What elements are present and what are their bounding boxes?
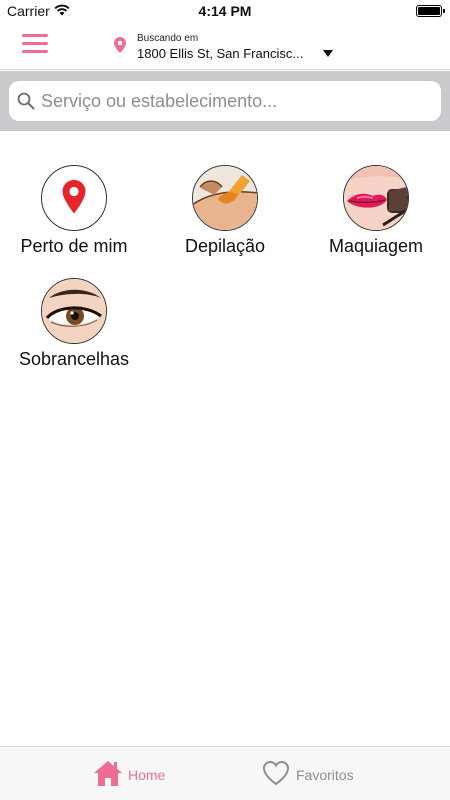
category-label: Maquiagem xyxy=(328,236,424,256)
status-bar: Carrier 4:14 PM xyxy=(0,0,450,22)
heart-icon xyxy=(262,760,290,786)
location-label: Buscando em xyxy=(137,33,199,44)
location-selector[interactable]: Buscando em 1800 Ellis St, San Francisc.… xyxy=(114,32,344,62)
location-address: 1800 Ellis St, San Francisc... xyxy=(137,46,304,61)
search-input[interactable] xyxy=(41,81,431,121)
hamburger-line xyxy=(22,50,48,53)
location-pin-icon xyxy=(114,37,126,53)
tab-home[interactable]: Home xyxy=(93,759,193,789)
makeup-image xyxy=(343,165,409,231)
category-label: Perto de mim xyxy=(20,236,128,256)
menu-button[interactable] xyxy=(22,34,48,56)
category-label: Depilação xyxy=(184,236,266,256)
tab-home-label: Home xyxy=(128,767,166,783)
home-icon xyxy=(94,761,122,786)
eyebrow-image xyxy=(41,278,107,344)
category-depilacao[interactable]: Depilação xyxy=(160,165,290,257)
category-perto-de-mim[interactable]: Perto de mim xyxy=(9,165,139,257)
search-bar-container xyxy=(0,71,450,131)
tab-favoritos-label: Favoritos xyxy=(296,767,354,783)
dropdown-caret-icon xyxy=(323,50,333,57)
category-sobrancelhas[interactable]: Sobrancelhas xyxy=(9,278,139,370)
category-label: Sobrancelhas xyxy=(18,349,130,369)
waxing-image xyxy=(192,165,258,231)
search-box[interactable] xyxy=(9,81,441,121)
tab-bar: Home Favoritos xyxy=(0,746,450,800)
search-icon xyxy=(17,92,35,110)
category-maquiagem[interactable]: Maquiagem xyxy=(311,165,441,257)
clock: 4:14 PM xyxy=(198,3,252,19)
hamburger-line xyxy=(22,42,48,45)
hamburger-line xyxy=(22,34,48,37)
navigation-bar: Buscando em 1800 Ellis St, San Francisc.… xyxy=(0,22,450,70)
map-pin-icon xyxy=(41,165,107,231)
battery-icon xyxy=(416,5,445,17)
tab-favoritos[interactable]: Favoritos xyxy=(262,759,372,789)
